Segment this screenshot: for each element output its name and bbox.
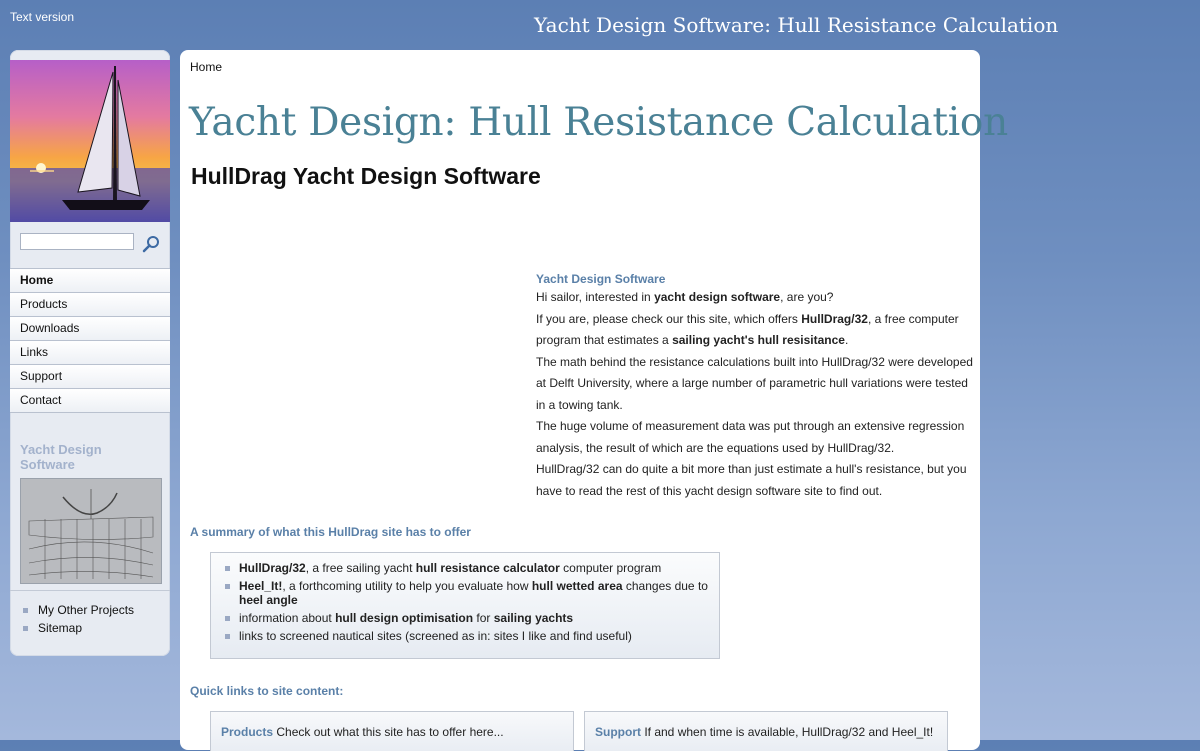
link-my-other-projects[interactable]: My Other Projects <box>22 601 134 619</box>
sidebar: Home Products Downloads Links Support Co… <box>10 50 170 656</box>
search-input[interactable] <box>20 233 134 250</box>
sidebar-divider <box>10 590 170 591</box>
sidebar-nav: Home Products Downloads Links Support Co… <box>10 268 170 413</box>
quick-link-products[interactable]: Products Check out what this site has to… <box>210 711 574 751</box>
summary-item: links to screened nautical sites (screen… <box>225 629 719 643</box>
intro-section: Yacht Design Software Hi sailor, interes… <box>536 271 976 502</box>
intro-paragraph: The math behind the resistance calculati… <box>536 354 973 412</box>
nav-item-downloads[interactable]: Downloads <box>10 317 170 341</box>
page-subtitle: HullDrag Yacht Design Software <box>191 163 541 189</box>
quick-link-support[interactable]: Support If and when time is available, H… <box>584 711 948 751</box>
summary-item: Heel_It!, a forthcoming utility to help … <box>225 579 719 607</box>
summary-item: HullDrag/32, a free sailing yacht hull r… <box>225 561 719 575</box>
nav-item-support[interactable]: Support <box>10 365 170 389</box>
nav-item-products[interactable]: Products <box>10 293 170 317</box>
summary-item: information about hull design optimisati… <box>225 611 719 625</box>
search-icon[interactable] <box>141 234 161 254</box>
link-sitemap[interactable]: Sitemap <box>22 619 134 637</box>
hull-lines-drawing-image[interactable] <box>20 478 162 584</box>
nav-item-home[interactable]: Home <box>10 269 170 293</box>
quick-links-heading: Quick links to site content: <box>190 684 344 698</box>
sailboat-sunset-image <box>10 60 170 222</box>
sidebar-extra-links: My Other Projects Sitemap <box>22 601 134 637</box>
page-title: Yacht Design: Hull Resistance Calculatio… <box>189 100 1008 145</box>
summary-heading: A summary of what this HullDrag site has… <box>190 525 471 539</box>
main-content: Home Yacht Design: Hull Resistance Calcu… <box>180 50 1008 751</box>
intro-paragraph: HullDrag/32 can do quite a bit more than… <box>536 462 967 498</box>
site-title: Yacht Design Software: Hull Resistance C… <box>534 13 1059 37</box>
breadcrumb[interactable]: Home <box>190 60 222 74</box>
summary-box: HullDrag/32, a free sailing yacht hull r… <box>210 552 720 659</box>
intro-heading: Yacht Design Software <box>536 272 666 286</box>
sidebar-heading: Yacht Design Software <box>20 442 102 472</box>
nav-item-contact[interactable]: Contact <box>10 389 170 413</box>
nav-item-links[interactable]: Links <box>10 341 170 365</box>
intro-paragraph: The huge volume of measurement data was … <box>536 419 965 455</box>
intro-paragraph: Hi sailor, interested in yacht design so… <box>536 290 834 304</box>
intro-paragraph: If you are, please check our this site, … <box>536 311 959 348</box>
text-version-link[interactable]: Text version <box>10 10 74 24</box>
